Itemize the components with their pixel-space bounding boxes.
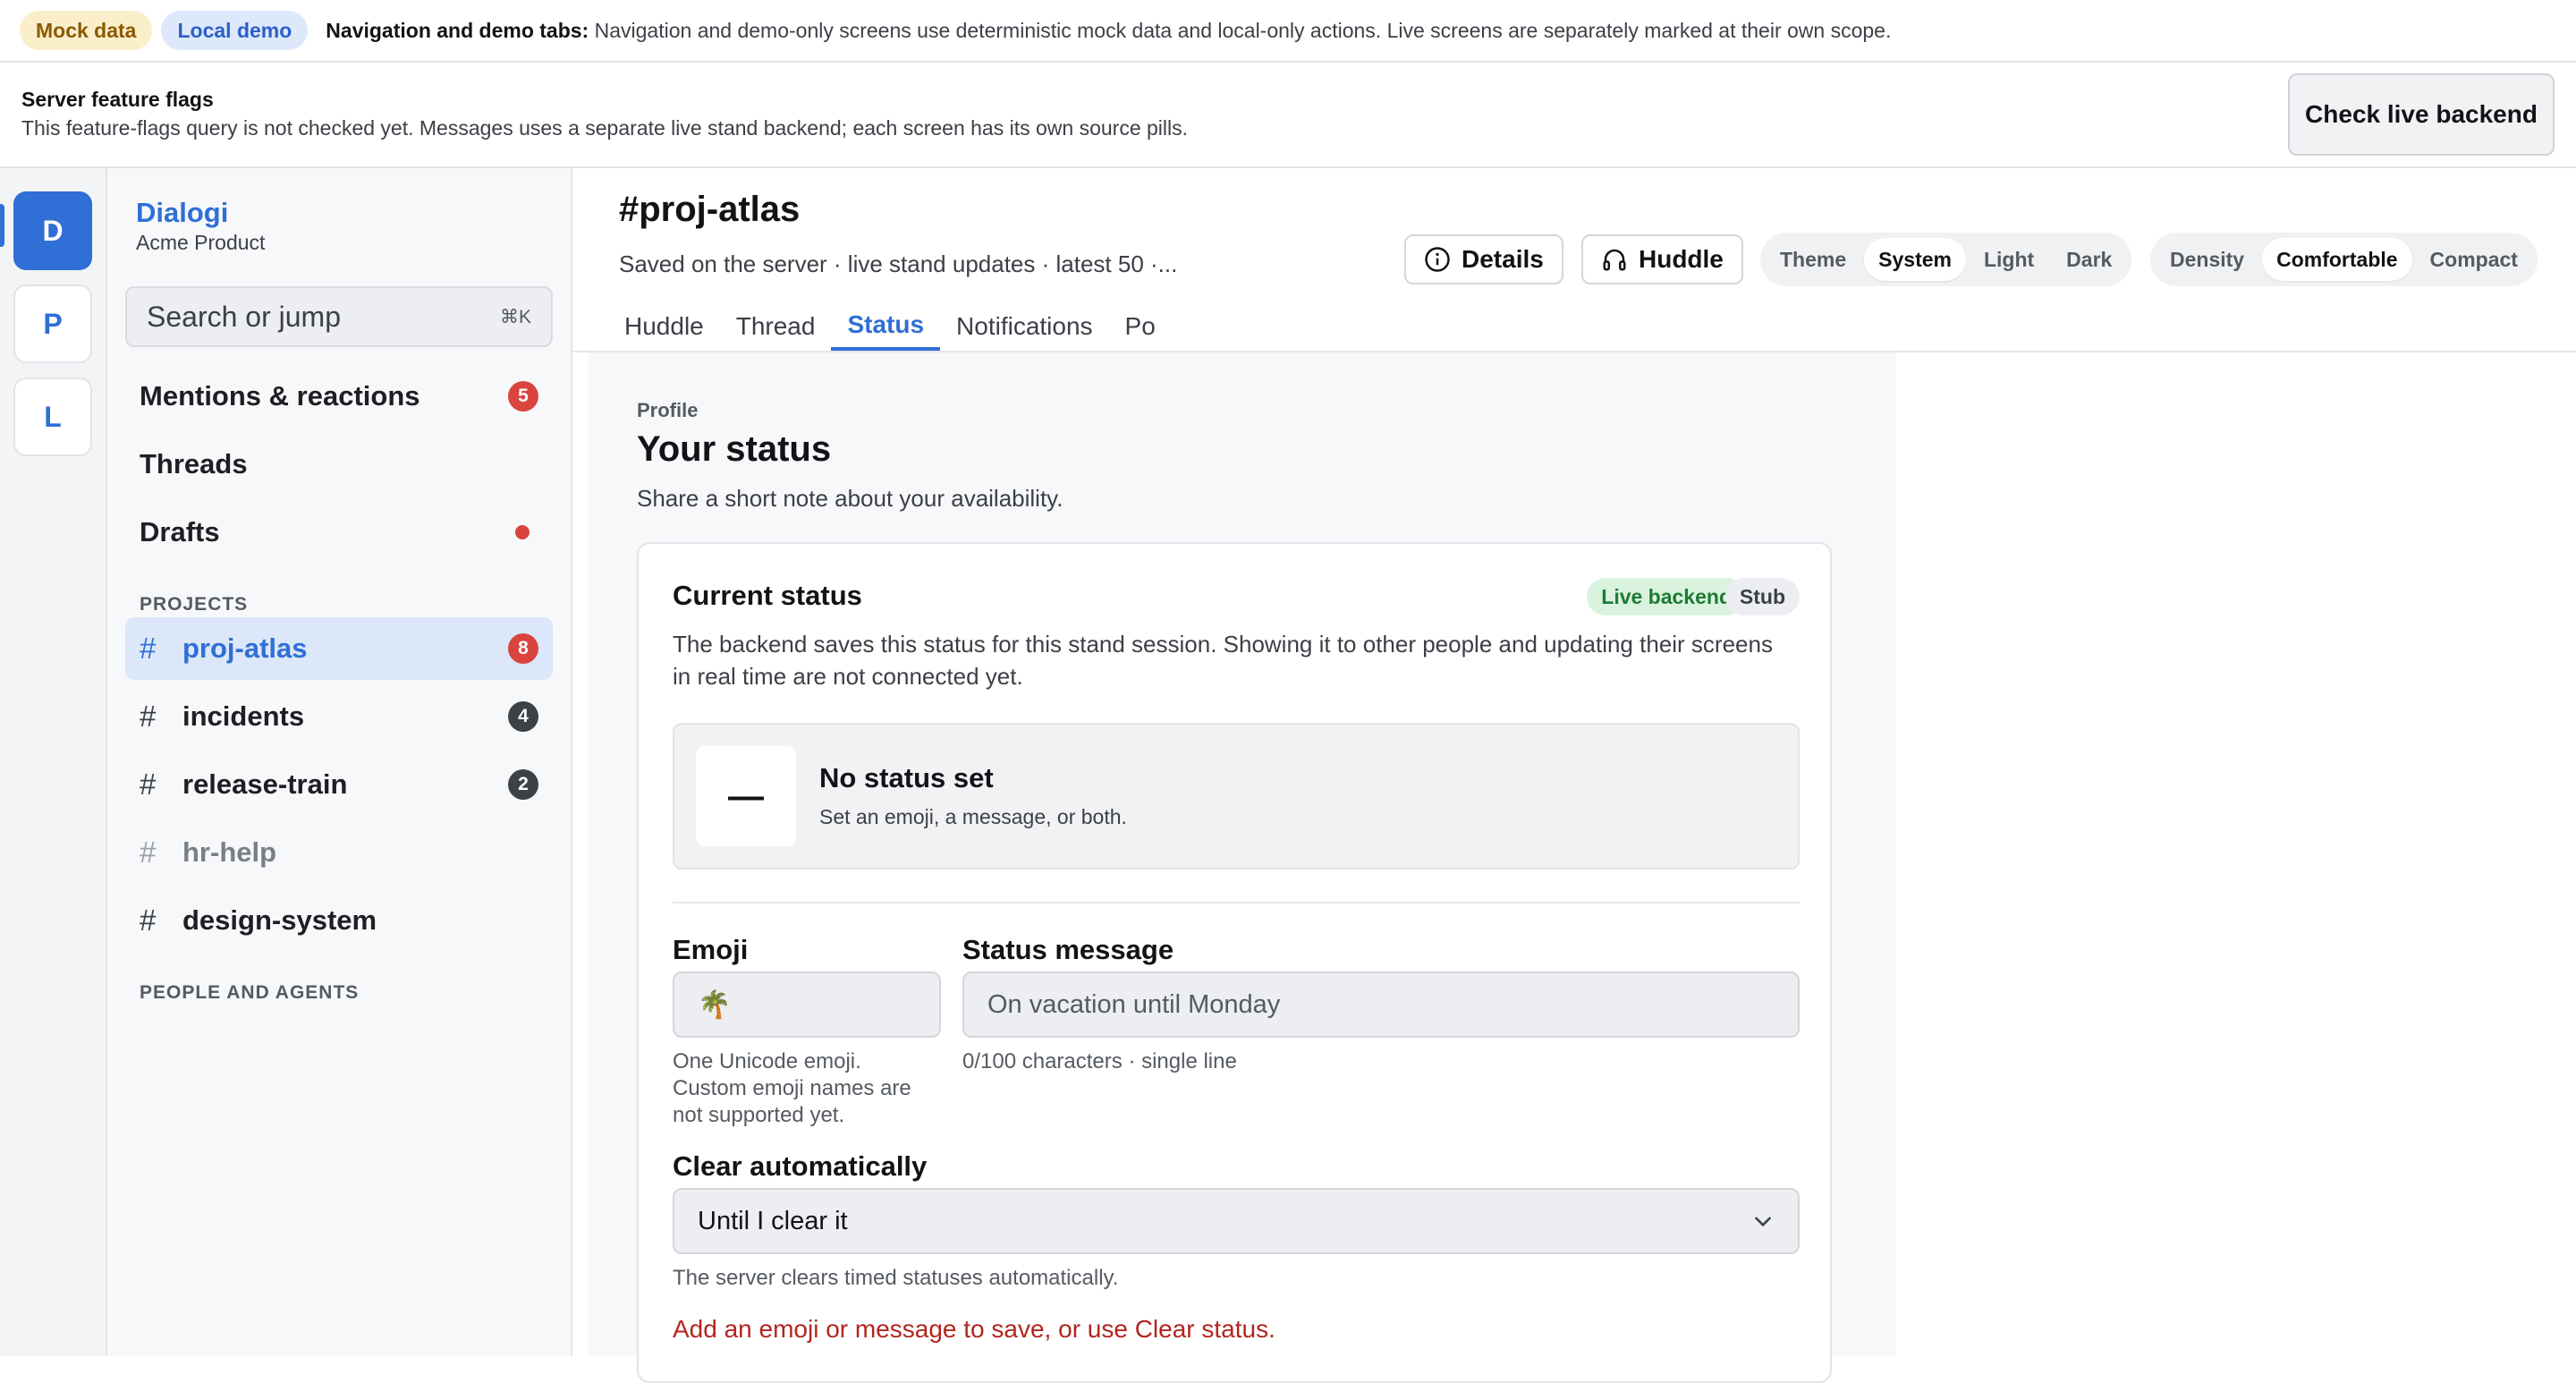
- theme-label: Theme: [1780, 247, 1847, 271]
- preview-title: No status set: [819, 762, 994, 793]
- tab-status[interactable]: Status: [831, 302, 941, 351]
- search-placeholder: Search or jump: [147, 300, 341, 333]
- density-option-comfortable[interactable]: Comfortable: [2262, 238, 2412, 281]
- stub-pill: Stub: [1724, 578, 1800, 615]
- tab-huddle[interactable]: Huddle: [608, 302, 720, 351]
- tab-notifications[interactable]: Notifications: [940, 302, 1109, 351]
- channel-tabs: Huddle Thread Status Notifications Po: [608, 302, 1172, 352]
- hash-icon: #: [140, 836, 157, 869]
- search-shortcut: ⌘K: [499, 306, 531, 327]
- theme-option-system[interactable]: System: [1864, 238, 1966, 281]
- active-workspace-indicator: [0, 204, 4, 247]
- flags-description: This feature-flags query is not checked …: [21, 116, 1189, 140]
- workspace-p[interactable]: P: [13, 284, 92, 363]
- banner-heading: Navigation and demo tabs:: [326, 18, 589, 42]
- sidebar-item-drafts[interactable]: Drafts: [125, 501, 553, 564]
- hash-icon: #: [140, 632, 157, 665]
- check-live-backend-button[interactable]: Check live backend: [2288, 73, 2555, 156]
- drafts-dot-indicator: [515, 525, 530, 539]
- workspace-rail: D P L: [0, 168, 107, 1356]
- channel-incidents[interactable]: # incidents 4: [125, 685, 553, 748]
- live-backend-pill: Live backend: [1587, 578, 1746, 615]
- details-button[interactable]: Details: [1404, 234, 1563, 284]
- huddle-button[interactable]: Huddle: [1581, 234, 1743, 284]
- card-title: Current status: [673, 580, 862, 611]
- channel-hr-help[interactable]: # hr-help: [125, 821, 553, 884]
- banner-text: Navigation and demo tabs: Navigation and…: [326, 19, 1891, 43]
- local-demo-pill: Local demo: [161, 11, 309, 50]
- theme-switcher: Theme System Light Dark: [1760, 233, 2132, 286]
- preview-subtitle: Set an emoji, a message, or both.: [819, 805, 1127, 828]
- clear-automatically-label: Clear automatically: [673, 1150, 928, 1182]
- current-status-card: Current status Live backend Stub The bac…: [637, 542, 1832, 1383]
- workspace-l[interactable]: L: [13, 378, 92, 456]
- tab-po[interactable]: Po: [1109, 302, 1172, 351]
- hash-icon: #: [140, 700, 157, 733]
- theme-option-light[interactable]: Light: [1970, 238, 2048, 281]
- unread-badge: 2: [508, 769, 538, 800]
- channel-subtitle: Saved on the server · live stand updates…: [619, 250, 1178, 277]
- sidebar-item-label: Mentions & reactions: [140, 380, 420, 412]
- channel-label: incidents: [182, 700, 305, 732]
- org-name[interactable]: Dialogi: [136, 197, 228, 229]
- banner-description: Navigation and demo-only screens use det…: [594, 18, 1892, 42]
- status-message-label: Status message: [962, 934, 1174, 965]
- feature-flags-bar: Server feature flags This feature-flags …: [0, 63, 2576, 168]
- channel-label: design-system: [182, 904, 377, 936]
- status-preview: — No status set Set an emoji, a message,…: [673, 723, 1800, 870]
- details-button-label: Details: [1462, 245, 1544, 273]
- headphones-icon: [1603, 249, 1626, 271]
- search-input[interactable]: Search or jump ⌘K: [125, 286, 553, 347]
- huddle-button-label: Huddle: [1639, 245, 1724, 273]
- preview-emoji: —: [696, 746, 796, 846]
- channel-title: #proj-atlas: [619, 190, 801, 229]
- density-switcher: Density Comfortable Compact: [2150, 233, 2538, 286]
- sidebar-item-threads[interactable]: Threads: [125, 433, 553, 496]
- channel-label: hr-help: [182, 836, 277, 868]
- unread-badge: 8: [508, 633, 538, 664]
- density-option-compact[interactable]: Compact: [2416, 238, 2532, 281]
- sidebar-item-label: Threads: [140, 448, 248, 479]
- status-message-hint: 0/100 characters · single line: [962, 1049, 1237, 1073]
- sidebar-item-mentions[interactable]: Mentions & reactions 5: [125, 365, 553, 428]
- card-description: The backend saves this status for this s…: [673, 631, 1773, 690]
- validation-error: Add an emoji or message to save, or use …: [673, 1315, 1275, 1343]
- org-subtitle: Acme Product: [136, 231, 266, 254]
- sidebar-item-label: Drafts: [140, 516, 220, 547]
- channel-proj-atlas[interactable]: # proj-atlas 8: [125, 617, 553, 680]
- pane-eyebrow: Profile: [637, 399, 699, 421]
- mock-data-pill: Mock data: [20, 11, 153, 50]
- status-pane: Profile Your status Share a short note a…: [589, 352, 1896, 1383]
- status-message-field[interactable]: On vacation until Monday: [962, 971, 1800, 1038]
- hash-icon: #: [140, 904, 157, 937]
- channel-release-train[interactable]: # release-train 2: [125, 753, 553, 816]
- emoji-hint: One Unicode emoji. Custom emoji names ar…: [673, 1049, 911, 1127]
- theme-option-dark[interactable]: Dark: [2052, 238, 2126, 281]
- tab-thread[interactable]: Thread: [720, 302, 832, 351]
- workspace-d[interactable]: D: [13, 191, 92, 270]
- page-description: Share a short note about your availabili…: [637, 485, 1063, 512]
- density-label: Density: [2170, 247, 2245, 271]
- channel-design-system[interactable]: # design-system: [125, 889, 553, 952]
- page-title: Your status: [637, 429, 832, 469]
- channel-label: release-train: [182, 768, 348, 800]
- form-divider: [673, 902, 1800, 904]
- main-content: #proj-atlas Saved on the server · live s…: [572, 168, 2576, 1383]
- emoji-label: Emoji: [673, 934, 749, 965]
- hash-icon: #: [140, 768, 157, 801]
- people-and-agents-heading: PEOPLE AND AGENTS: [140, 982, 360, 1003]
- projects-heading: PROJECTS: [140, 594, 249, 615]
- sidebar: Dialogi Acme Product Search or jump ⌘K M…: [107, 168, 572, 1356]
- unread-badge: 4: [508, 701, 538, 732]
- chevron-down-icon: [1755, 1217, 1771, 1226]
- unread-badge: 5: [508, 381, 538, 412]
- info-icon: [1425, 247, 1450, 272]
- clear-select-value: Until I clear it: [698, 1206, 848, 1235]
- demo-banner: Mock data Local demo Navigation and demo…: [0, 0, 2576, 63]
- clear-hint: The server clears timed statuses automat…: [673, 1266, 1119, 1290]
- clear-automatically-select[interactable]: Until I clear it: [673, 1188, 1800, 1254]
- emoji-field[interactable]: 🌴: [673, 971, 941, 1038]
- channel-label: proj-atlas: [182, 632, 308, 664]
- flags-title: Server feature flags: [21, 88, 214, 111]
